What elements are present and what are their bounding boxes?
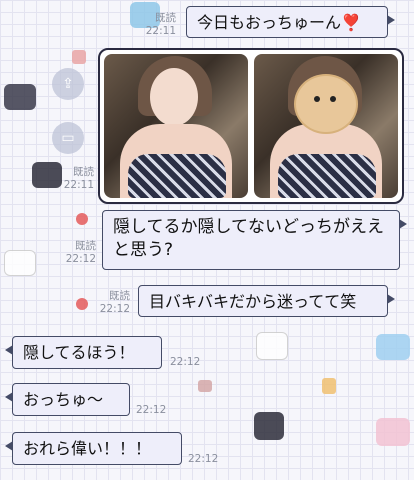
message-meta: 既読 22:11 [134,12,176,38]
message-text: 隠してるか隠してないどっちがええと思う? [113,217,384,260]
outgoing-message-bubble[interactable]: 今日もおっちゅーん❣️ [186,6,395,38]
sticker-pudding [322,378,336,394]
message-meta: 既読 22:12 [94,290,130,316]
incoming-message-bubble[interactable]: おれら偉い！！！ [5,432,182,465]
message-text: おれら偉い！！！ [23,439,152,458]
share-icon: ⇪ [62,76,74,92]
sticker-cherry-1 [76,213,88,225]
sticker-cherry-2 [76,298,88,310]
outgoing-message-bubble[interactable]: 目バキバキだから迷ってて笑 [138,285,395,317]
save-button[interactable]: ▭ [52,122,84,154]
message-text: 隠してるほう！ [23,343,135,362]
photo-lingerie [128,154,226,198]
incoming-message-bubble[interactable]: 隠してるほう！ [5,336,162,369]
incoming-message-bubble[interactable]: おっちゅ〜 [5,383,130,416]
save-icon: ▭ [61,130,75,146]
photo-thumbnail-original[interactable] [104,54,248,198]
message-text: おっちゅ〜 [23,390,104,409]
sticker-little-twins [376,334,410,360]
timestamp: 22:12 [188,453,219,465]
timestamp: 22:12 [136,404,167,416]
message-text: 目バキバキだから迷ってて笑 [149,292,357,311]
sticker-kiki [376,418,410,446]
timestamp: 22:12 [65,253,96,266]
sticker-kuromi [4,84,36,110]
timestamp: 22:12 [99,303,130,316]
share-button[interactable]: ⇪ [52,68,84,100]
photo-attachment-group [98,48,404,204]
message-text: 今日もおっちゅーん❣️ [197,13,361,32]
message-meta: 既読 22:11 [52,166,94,192]
sticker-cup [72,50,86,64]
photo-lingerie [278,154,376,198]
timestamp: 22:11 [145,25,176,38]
sticker-cup-2 [198,380,212,392]
sticker-tuxedo [256,332,288,360]
photo-thumbnail-covered[interactable] [254,54,398,198]
timestamp: 22:11 [63,179,94,192]
sticker-kitty [4,250,36,276]
read-receipt: 既読 [73,166,94,178]
read-receipt: 既読 [155,12,176,24]
sticker-badtz-2 [254,412,284,440]
timestamp: 22:12 [170,356,201,368]
outgoing-message-bubble[interactable]: 隠してるか隠してないどっちがええと思う? [102,210,407,270]
read-receipt: 既読 [109,290,130,302]
photo-face [150,68,198,126]
dog-face-sticker [294,74,358,134]
read-receipt: 既読 [75,240,96,252]
message-meta: 既読 22:12 [60,240,96,266]
